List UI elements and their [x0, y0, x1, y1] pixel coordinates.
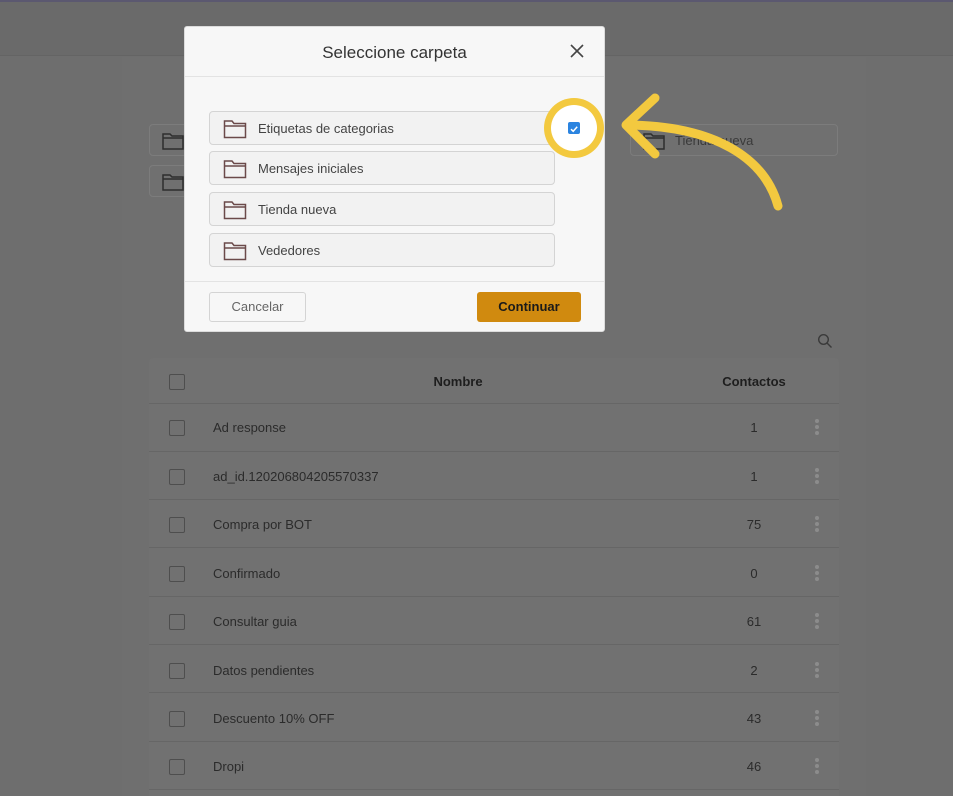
- kebab-icon[interactable]: [813, 564, 821, 582]
- kebab-icon[interactable]: [813, 467, 821, 485]
- folder-icon: [223, 242, 247, 261]
- kebab-icon[interactable]: [813, 515, 821, 533]
- folder-option-label: Mensajes iniciales: [258, 161, 364, 176]
- search-icon[interactable]: [817, 333, 833, 349]
- row-count: 1: [750, 469, 758, 484]
- table-row[interactable]: Dropi 46: [149, 742, 839, 790]
- column-header-name[interactable]: Nombre: [413, 374, 503, 389]
- table-row[interactable]: Compra por BOT 75: [149, 500, 839, 548]
- folder-option-label: Vededores: [258, 243, 321, 258]
- row-checkbox[interactable]: [169, 517, 185, 533]
- row-checkbox[interactable]: [169, 614, 185, 630]
- column-header-contacts[interactable]: Contactos: [714, 374, 794, 389]
- folder-icon: [223, 120, 247, 139]
- check-icon: [570, 126, 578, 133]
- cancel-button[interactable]: Cancelar: [209, 292, 306, 322]
- arrow-icon: [621, 93, 783, 211]
- close-icon[interactable]: [568, 42, 586, 60]
- kebab-icon[interactable]: [813, 418, 821, 436]
- folder-option-label: Tienda nueva: [258, 202, 337, 217]
- row-name: Datos pendientes: [213, 663, 315, 678]
- row-name: Compra por BOT: [213, 517, 312, 532]
- row-count: 0: [750, 566, 758, 581]
- dialog-title: Seleccione carpeta: [322, 43, 467, 62]
- table-row[interactable]: Consultar guia 61: [149, 597, 839, 645]
- folder-option-label: Etiquetas de categorias: [258, 121, 394, 136]
- row-name: Consultar guia: [213, 614, 297, 629]
- row-count: 61: [746, 614, 762, 629]
- divider: [185, 281, 604, 282]
- folder-option-tienda[interactable]: Tienda nueva: [209, 192, 555, 226]
- row-checkbox[interactable]: [169, 663, 185, 679]
- folder-icon: [223, 201, 247, 220]
- table-row[interactable]: ad_id.120206804205570337 1: [149, 452, 839, 500]
- select-folder-dialog: Seleccione carpeta Etiquetas de categori…: [184, 26, 605, 332]
- folder-option-etiquetas[interactable]: Etiquetas de categorias: [209, 111, 555, 145]
- table-row[interactable]: Ad response 1: [149, 404, 839, 452]
- row-checkbox[interactable]: [169, 711, 185, 727]
- continue-button[interactable]: Continuar: [477, 292, 581, 322]
- table-row[interactable]: Confirmado 0: [149, 548, 839, 597]
- row-count: 46: [746, 759, 762, 774]
- row-checkbox[interactable]: [169, 566, 185, 582]
- row-count: 75: [746, 517, 762, 532]
- select-all-checkbox[interactable]: [169, 374, 185, 390]
- row-checkbox[interactable]: [169, 469, 185, 485]
- folder-icon: [223, 160, 247, 179]
- labels-table: Nombre Contactos Ad response 1 ad_id.120…: [149, 358, 839, 796]
- row-count: 1: [750, 420, 758, 435]
- folder-select-checkbox[interactable]: [568, 122, 580, 134]
- row-name: Confirmado: [213, 566, 281, 581]
- row-name: Dropi: [213, 759, 245, 774]
- folder-icon: [162, 133, 184, 150]
- kebab-icon[interactable]: [813, 661, 821, 679]
- folder-option-vededores[interactable]: Vededores: [209, 233, 555, 267]
- kebab-icon[interactable]: [813, 612, 821, 630]
- kebab-icon[interactable]: [813, 709, 821, 727]
- row-name: Descuento 10% OFF: [213, 711, 335, 726]
- table-header: Nombre Contactos: [149, 358, 839, 404]
- row-count: 43: [746, 711, 762, 726]
- divider: [185, 76, 604, 77]
- kebab-icon[interactable]: [813, 757, 821, 775]
- table-row[interactable]: Datos pendientes 2: [149, 645, 839, 693]
- folder-icon: [162, 174, 184, 191]
- folder-option-mensajes[interactable]: Mensajes iniciales: [209, 151, 555, 185]
- row-name: Ad response: [213, 420, 286, 435]
- table-row[interactable]: Descuento 10% OFF 43: [149, 693, 839, 742]
- row-count: 2: [750, 663, 758, 678]
- row-checkbox[interactable]: [169, 420, 185, 436]
- row-checkbox[interactable]: [169, 759, 185, 775]
- row-name: ad_id.120206804205570337: [213, 469, 379, 484]
